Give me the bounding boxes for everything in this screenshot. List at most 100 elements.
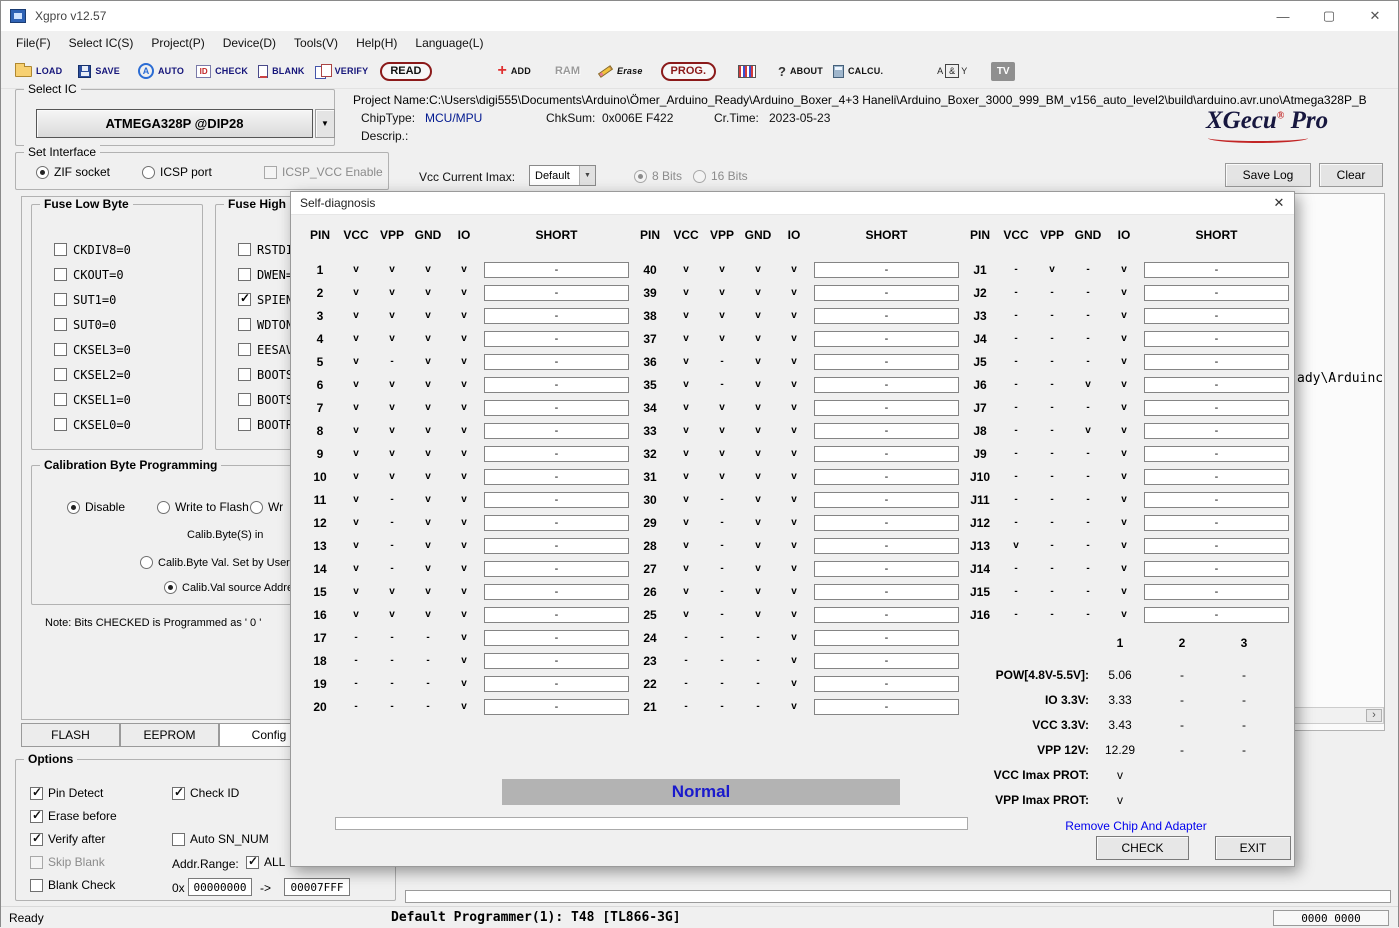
menu-item[interactable]: Tools(V) <box>285 33 347 53</box>
calib-set-by-user-radio[interactable]: Calib.Byte Val. Set by User <box>140 556 290 569</box>
tab-flash[interactable]: FLASH <box>21 723 120 747</box>
menu-item[interactable]: Help(H) <box>347 33 406 53</box>
checkbox-box <box>264 166 277 179</box>
selected-chip-button[interactable]: ATMEGA328P @DIP28 <box>36 109 313 138</box>
calcu-button[interactable]: CALCU. <box>833 65 883 78</box>
verify-button[interactable]: VERIFY <box>315 64 369 78</box>
vpp-mark: - <box>1034 494 1070 505</box>
gnd-mark: - <box>1070 448 1106 459</box>
load-button[interactable]: LOAD <box>15 66 62 77</box>
fuse-low-checkbox[interactable]: CKSEL2=0 <box>32 362 202 387</box>
auto-sn-checkbox[interactable]: Auto SN_NUM <box>172 832 269 846</box>
menu-item[interactable]: Project(P) <box>142 33 213 53</box>
short-field: - <box>484 699 629 715</box>
addr-to-input[interactable] <box>284 878 350 896</box>
logic-test-button[interactable]: A & Y <box>937 64 967 78</box>
pin-number: J12 <box>962 516 998 530</box>
gnd-mark: v <box>410 563 446 574</box>
pin-row: J4 - - - v - <box>962 327 1292 350</box>
check-id-checkbox[interactable]: Check ID <box>172 786 239 800</box>
verify-after-checkbox[interactable]: Verify after <box>30 832 105 846</box>
checkbox-box <box>54 343 67 356</box>
auto-button[interactable]: A AUTO <box>138 63 184 79</box>
save-log-button[interactable]: Save Log <box>1225 163 1311 187</box>
fuse-low-checkbox[interactable]: CKSEL3=0 <box>32 337 202 362</box>
io-mark: v <box>446 563 482 574</box>
fuse-low-checkbox[interactable]: CKSEL0=0 <box>32 412 202 437</box>
pin-detect-checkbox[interactable]: Pin Detect <box>30 786 103 800</box>
pin-number: 33 <box>632 424 668 438</box>
calib-disable-radio[interactable]: Disable <box>67 500 125 514</box>
fuse-low-checkbox[interactable]: CKDIV8=0 <box>32 237 202 262</box>
chiptype-value: MCU/MPU <box>425 111 482 125</box>
vpp-mark: v <box>1034 264 1070 275</box>
calib-source-addr-radio[interactable]: Calib.Val source Address : <box>164 581 310 594</box>
fuse-low-checkbox[interactable]: CKSEL1=0 <box>32 387 202 412</box>
save-button[interactable]: SAVE <box>78 65 120 78</box>
short-field: - <box>484 607 629 623</box>
addr-all-checkbox[interactable]: ALL <box>246 855 285 869</box>
vcc-imax-select[interactable]: Default ▼ <box>529 165 596 186</box>
prog-button[interactable]: PROG. <box>661 62 716 81</box>
io-mark: v <box>776 264 812 275</box>
pin-row: 20 - - - v - <box>302 695 632 718</box>
minimize-button[interactable]: — <box>1260 1 1306 31</box>
vcc-mark: v <box>338 287 374 298</box>
vcc-mark: v <box>338 494 374 505</box>
maximize-button[interactable]: ▢ <box>1306 1 1352 31</box>
checkbox-box <box>30 787 43 800</box>
check-id-button[interactable]: ID CHECK <box>196 65 248 78</box>
calib-write-eeprom-radio[interactable]: Wr <box>250 500 283 514</box>
erase-button[interactable]: Erase <box>598 66 643 76</box>
pin-number: J6 <box>962 378 998 392</box>
close-button[interactable]: ✕ <box>1352 1 1398 31</box>
fuse-low-checkbox[interactable]: SUT0=0 <box>32 312 202 337</box>
fuse-low-checkbox[interactable]: CKOUT=0 <box>32 262 202 287</box>
menu-item[interactable]: File(F) <box>7 33 60 53</box>
radio-dot <box>164 581 177 594</box>
tab-eeprom[interactable]: EEPROM <box>120 723 219 747</box>
calib-write-flash-radio[interactable]: Write to Flash <box>157 500 249 514</box>
blank-button[interactable]: BLANK <box>258 65 305 78</box>
exit-button[interactable]: EXIT <box>1215 836 1291 860</box>
status-counter: 0000 0000 <box>1273 910 1389 926</box>
io-mark: v <box>1106 609 1142 620</box>
pin-number: J13 <box>962 539 998 553</box>
blank-check-checkbox[interactable]: Blank Check <box>30 878 115 892</box>
chip-dropdown-button[interactable]: ▼ <box>315 109 335 138</box>
ic-socket-button[interactable] <box>738 65 756 78</box>
chevron-down-icon[interactable]: ▼ <box>579 166 595 185</box>
add-button[interactable]: + ADD <box>498 64 531 78</box>
check-button[interactable]: CHECK <box>1096 836 1189 860</box>
pin-table-1: 1 v v v v - 2 v v v v - 3 <box>302 258 632 718</box>
tv-icon: TV <box>991 62 1015 81</box>
gnd-mark: - <box>740 632 776 643</box>
check-id-label: Check ID <box>190 786 239 800</box>
zif-socket-radio[interactable]: ZIF socket <box>36 165 110 179</box>
fuse-low-checkbox[interactable]: SUT1=0 <box>32 287 202 312</box>
pin-number: 25 <box>632 608 668 622</box>
pin-row: 28 v - v v - <box>632 534 962 557</box>
erase-before-checkbox[interactable]: Erase before <box>30 809 117 823</box>
clear-button[interactable]: Clear <box>1319 163 1383 187</box>
short-field: - <box>484 492 629 508</box>
menu-item[interactable]: Select IC(S) <box>60 33 143 53</box>
folder-icon <box>15 66 32 77</box>
pin-number: 7 <box>302 401 338 415</box>
short-field: - <box>814 584 959 600</box>
read-button[interactable]: READ <box>380 62 431 81</box>
pin-number: 3 <box>302 309 338 323</box>
scroll-right-icon[interactable]: › <box>1366 709 1382 722</box>
addr-from-input[interactable] <box>188 878 252 896</box>
icsp-port-radio[interactable]: ICSP port <box>142 165 212 179</box>
menu-item[interactable]: Device(D) <box>214 33 285 53</box>
io-mark: v <box>446 356 482 367</box>
menu-item[interactable]: Language(L) <box>406 33 492 53</box>
fuse-label: EESAV <box>257 343 293 357</box>
short-field: - <box>484 561 629 577</box>
about-button[interactable]: ? ABOUT <box>778 64 823 79</box>
dialog-close-icon[interactable]: ✕ <box>1264 192 1294 215</box>
vcc-mark: v <box>338 609 374 620</box>
tv-button[interactable]: TV <box>991 62 1015 81</box>
short-field: - <box>814 308 959 324</box>
